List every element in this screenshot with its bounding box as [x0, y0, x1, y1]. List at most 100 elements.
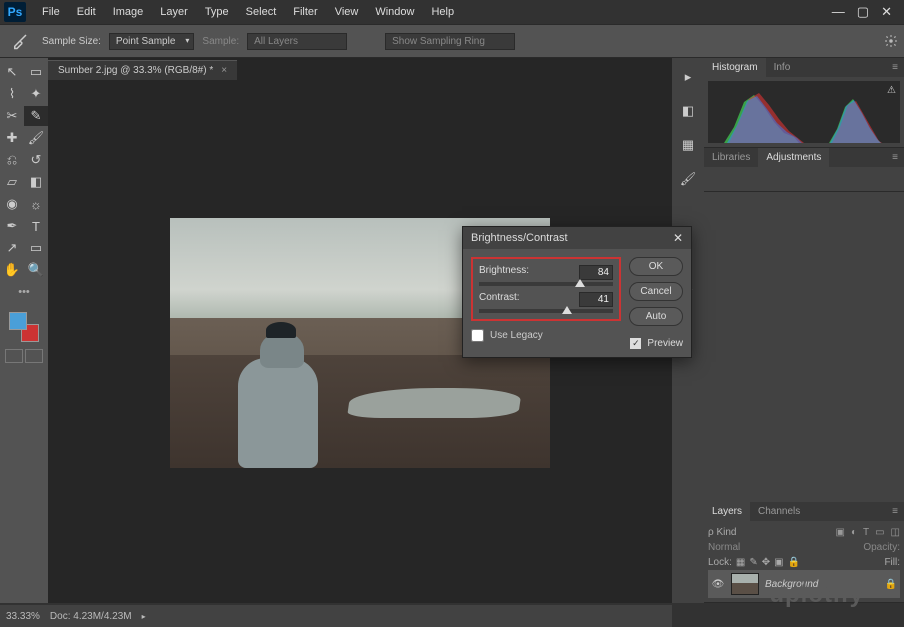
menu-file[interactable]: File [34, 2, 68, 22]
strip-color-icon[interactable]: ◧ [677, 100, 699, 122]
magic-wand-tool-icon[interactable]: ✦ [24, 84, 48, 104]
color-swatches[interactable] [9, 312, 39, 342]
filter-adjust-icon[interactable]: ◐ [851, 527, 857, 538]
panel-menu-icon-3[interactable]: ≡ [886, 502, 904, 521]
shape-tool-icon[interactable]: ▭ [24, 238, 48, 258]
lasso-tool-icon[interactable]: ⌇ [0, 84, 24, 104]
doc-info[interactable]: Doc: 4.23M/4.23M [50, 611, 132, 622]
preview-checkbox[interactable]: ✓ Preview [629, 338, 683, 349]
dialog-highlight-box: Brightness: 84 Contrast: 41 [471, 257, 621, 321]
tab-libraries[interactable]: Libraries [704, 148, 758, 167]
tab-histogram[interactable]: Histogram [704, 58, 766, 77]
menu-filter[interactable]: Filter [285, 2, 325, 22]
marquee-tool-icon[interactable]: ▭ [24, 62, 48, 82]
strip-brush-icon[interactable]: 🖌 [677, 168, 699, 190]
menu-image[interactable]: Image [105, 2, 152, 22]
layer-lock-icon[interactable]: 🔒 [885, 579, 897, 590]
contrast-thumb[interactable] [562, 306, 572, 314]
filter-type-icon[interactable]: T [863, 527, 869, 538]
sample-field[interactable]: All Layers [247, 33, 347, 50]
current-tool-eyedropper-icon[interactable] [6, 30, 34, 52]
crop-tool-icon[interactable]: ✂ [0, 106, 24, 126]
eyedropper-tool-icon[interactable]: ✎ [24, 106, 48, 126]
menu-window[interactable]: Window [367, 2, 422, 22]
sample-label: Sample: [202, 36, 239, 47]
tab-info[interactable]: Info [766, 58, 799, 77]
lock-paint-icon[interactable]: ✎ [749, 557, 757, 568]
brightness-thumb[interactable] [575, 279, 585, 287]
tab-channels[interactable]: Channels [750, 502, 808, 521]
contrast-slider[interactable] [479, 309, 613, 313]
blend-mode-dropdown[interactable]: Normal [708, 542, 740, 553]
brightness-value-input[interactable]: 84 [579, 265, 613, 280]
document-tab-bar: Sumber 2.jpg @ 33.3% (RGB/8#) * × [48, 58, 672, 82]
brightness-label: Brightness: [479, 265, 529, 280]
hand-tool-icon[interactable]: ✋ [0, 260, 24, 280]
blur-tool-icon[interactable]: ◉ [0, 194, 24, 214]
sample-size-dropdown[interactable]: Point Sample [109, 33, 194, 50]
menu-type[interactable]: Type [197, 2, 237, 22]
maximize-icon[interactable]: ▢ [857, 4, 869, 20]
dialog-title-bar[interactable]: Brightness/Contrast ✕ [463, 227, 691, 249]
zoom-level[interactable]: 33.33% [6, 611, 40, 622]
brightness-slider[interactable] [479, 282, 613, 286]
type-tool-icon[interactable]: T [24, 216, 48, 236]
strip-swatches-icon[interactable]: ▦ [677, 134, 699, 156]
brush-tool-icon[interactable]: 🖌 [24, 128, 48, 148]
minimize-icon[interactable]: — [832, 4, 845, 20]
fill-label: Fill: [884, 557, 900, 568]
pen-tool-icon[interactable]: ✒ [0, 216, 24, 236]
dialog-title: Brightness/Contrast [471, 232, 568, 244]
menu-layer[interactable]: Layer [152, 2, 196, 22]
menu-help[interactable]: Help [423, 2, 462, 22]
histogram-warning-icon[interactable]: ⚠ [887, 85, 896, 96]
move-tool-icon[interactable]: ↖ [0, 62, 24, 82]
lock-all-icon[interactable]: 🔒 [788, 557, 800, 568]
screenmode-icon[interactable] [25, 349, 43, 363]
filter-shape-icon[interactable]: ▭ [875, 527, 884, 538]
filter-smart-icon[interactable]: ◫ [891, 527, 900, 538]
tab-close-icon[interactable]: × [221, 65, 227, 76]
use-legacy-checkbox[interactable]: Use Legacy [471, 329, 621, 342]
panel-menu-icon[interactable]: ≡ [886, 58, 904, 77]
gradient-tool-icon[interactable]: ◧ [24, 172, 48, 192]
menu-select[interactable]: Select [238, 2, 285, 22]
stamp-tool-icon[interactable]: ⎌ [0, 150, 24, 170]
status-more-icon[interactable]: ▸ [142, 612, 146, 621]
toolbox-more-icon[interactable]: ••• [18, 286, 30, 298]
window-controls: — ▢ ✕ [832, 4, 900, 20]
tab-layers[interactable]: Layers [704, 502, 750, 521]
layer-visibility-icon[interactable]: 👁 [711, 579, 725, 590]
lock-position-icon[interactable]: ✥ [762, 557, 770, 568]
path-tool-icon[interactable]: ↗ [0, 238, 24, 258]
contrast-value-input[interactable]: 41 [579, 292, 613, 307]
menu-view[interactable]: View [327, 2, 367, 22]
auto-button[interactable]: Auto [629, 307, 683, 326]
dodge-tool-icon[interactable]: ☼ [24, 194, 48, 214]
filter-image-icon[interactable]: ▣ [835, 527, 844, 538]
layer-filter-kind[interactable]: ρ Kind [708, 527, 736, 538]
quickmask-icon[interactable] [5, 349, 23, 363]
menu-edit[interactable]: Edit [69, 2, 104, 22]
foreground-swatch[interactable] [9, 312, 27, 330]
tab-adjustments[interactable]: Adjustments [758, 148, 829, 167]
heal-tool-icon[interactable]: ✚ [0, 128, 24, 148]
document-tab[interactable]: Sumber 2.jpg @ 33.3% (RGB/8#) * × [48, 60, 237, 80]
lock-artboard-icon[interactable]: ▣ [774, 557, 783, 568]
cancel-button[interactable]: Cancel [629, 282, 683, 301]
lock-transparency-icon[interactable]: ▦ [736, 557, 745, 568]
preview-check-icon[interactable]: ✓ [630, 338, 641, 349]
ok-button[interactable]: OK [629, 257, 683, 276]
panel-menu-icon-2[interactable]: ≡ [886, 148, 904, 167]
options-gear-icon[interactable] [884, 34, 898, 48]
contrast-label: Contrast: [479, 292, 520, 307]
history-brush-tool-icon[interactable]: ↺ [24, 150, 48, 170]
dialog-close-icon[interactable]: ✕ [673, 231, 683, 245]
strip-expand-icon[interactable]: ▸ [677, 66, 699, 88]
eraser-tool-icon[interactable]: ▱ [0, 172, 24, 192]
zoom-tool-icon[interactable]: 🔍 [24, 260, 48, 280]
close-icon[interactable]: ✕ [881, 4, 892, 20]
layer-thumbnail[interactable] [731, 573, 759, 595]
sampling-ring-field[interactable]: Show Sampling Ring [385, 33, 515, 50]
use-legacy-input[interactable] [471, 329, 484, 342]
